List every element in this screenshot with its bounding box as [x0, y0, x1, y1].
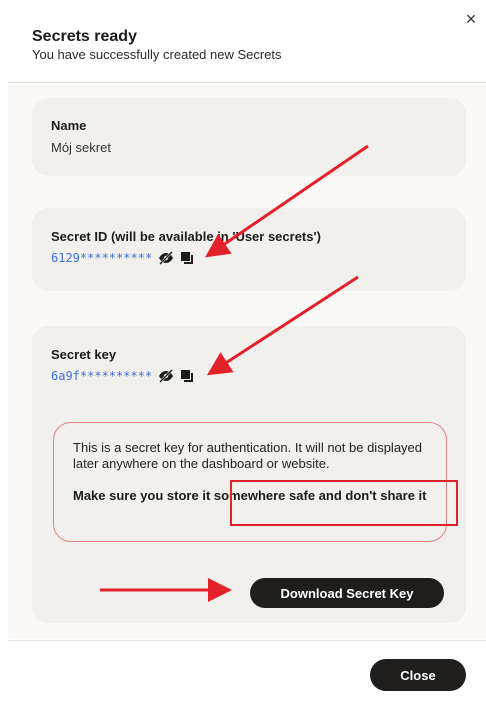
secret-key-label: Secret key — [51, 347, 117, 362]
eye-off-icon[interactable] — [158, 369, 174, 383]
eye-off-icon[interactable] — [158, 251, 174, 265]
secret-id-label: Secret ID (will be available in 'User se… — [51, 229, 321, 244]
warning-text: This is a secret key for authentication.… — [73, 440, 423, 471]
secret-id-value: 6129********** — [51, 251, 153, 265]
download-secret-key-button[interactable]: Download Secret Key — [250, 578, 444, 608]
modal-header: Secrets ready You have successfully crea… — [8, 0, 486, 83]
modal-body: Name Mój sekret Secret ID (will be avail… — [8, 83, 486, 639]
secret-key-warning: This is a secret key for authentication.… — [53, 422, 447, 542]
modal-footer: Close — [8, 640, 486, 705]
close-icon[interactable]: × — [462, 10, 480, 28]
name-label: Name — [51, 118, 87, 133]
warning-emphasis: Make sure you store it somewhere safe an… — [73, 488, 427, 503]
name-card: Name Mój sekret — [32, 98, 466, 176]
secrets-ready-modal: Secrets ready You have successfully crea… — [0, 0, 486, 705]
copy-icon[interactable] — [180, 369, 194, 383]
close-button[interactable]: Close — [370, 659, 466, 691]
secret-id-row: 6129********** — [51, 251, 194, 265]
name-value: Mój sekret — [51, 140, 111, 155]
modal-title: Secrets ready — [32, 28, 137, 45]
secret-id-card: Secret ID (will be available in 'User se… — [32, 208, 466, 291]
modal-subtitle: You have successfully created new Secret… — [32, 47, 282, 62]
secret-key-row: 6a9f********** — [51, 369, 194, 383]
secret-key-card: Secret key 6a9f********** This is a secr… — [32, 326, 466, 623]
copy-icon[interactable] — [180, 251, 194, 265]
secret-key-value: 6a9f********** — [51, 369, 153, 383]
